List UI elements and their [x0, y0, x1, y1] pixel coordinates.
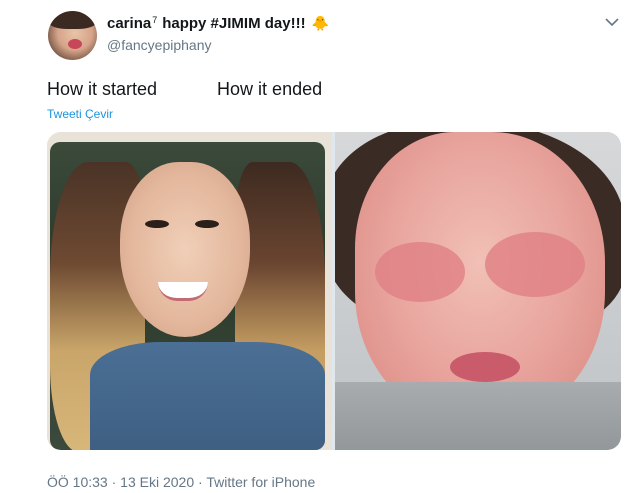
- author-name-superscript: 7: [152, 15, 158, 25]
- tweet-date[interactable]: 13 Eki 2020: [120, 474, 194, 490]
- chevron-down-icon[interactable]: [605, 17, 619, 27]
- media-image-left[interactable]: [47, 132, 332, 450]
- avatar-hair: [48, 11, 97, 29]
- tweet-text: How it started How it ended: [47, 79, 322, 100]
- author-display-name[interactable]: carina: [107, 15, 151, 32]
- author-handle[interactable]: @fancyepiphany: [107, 37, 212, 53]
- media-image-right[interactable]: [335, 132, 621, 450]
- tweet-text-right: How it ended: [217, 79, 323, 99]
- avatar-lips: [68, 39, 82, 49]
- avatar[interactable]: [48, 11, 97, 60]
- meta-separator: ·: [111, 474, 117, 490]
- media-grid: [47, 132, 621, 450]
- translate-link[interactable]: Tweeti Çevir: [47, 107, 113, 121]
- tweet-time[interactable]: ÖÖ 10:33: [47, 474, 108, 490]
- author-name-row[interactable]: carina 7 happy #JIMIM day!!! 🐥: [107, 15, 329, 32]
- chick-emoji-icon: 🐥: [311, 15, 330, 31]
- tweet-meta: ÖÖ 10:33 · 13 Eki 2020 · Twitter for iPh…: [47, 474, 315, 490]
- selfie-photo-icon: [50, 142, 325, 450]
- meta-separator: ·: [198, 474, 203, 490]
- author-name-suffix[interactable]: happy #JIMIM day!!!: [162, 15, 305, 32]
- tweet-source[interactable]: Twitter for iPhone: [206, 474, 315, 490]
- tweet-text-left: How it started: [47, 79, 158, 99]
- tweet-card: carina 7 happy #JIMIM day!!! 🐥 @fancyepi…: [0, 0, 640, 493]
